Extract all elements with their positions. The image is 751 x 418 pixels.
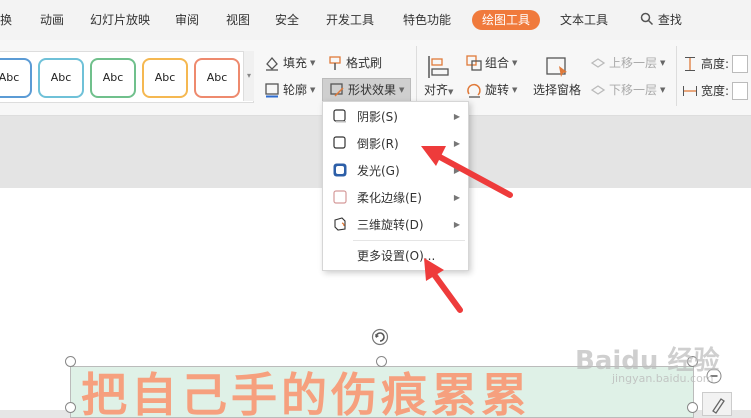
red-arrow-more-settings	[424, 258, 463, 313]
annotation-arrows	[421, 146, 513, 313]
red-arrow-reflection	[421, 146, 513, 198]
